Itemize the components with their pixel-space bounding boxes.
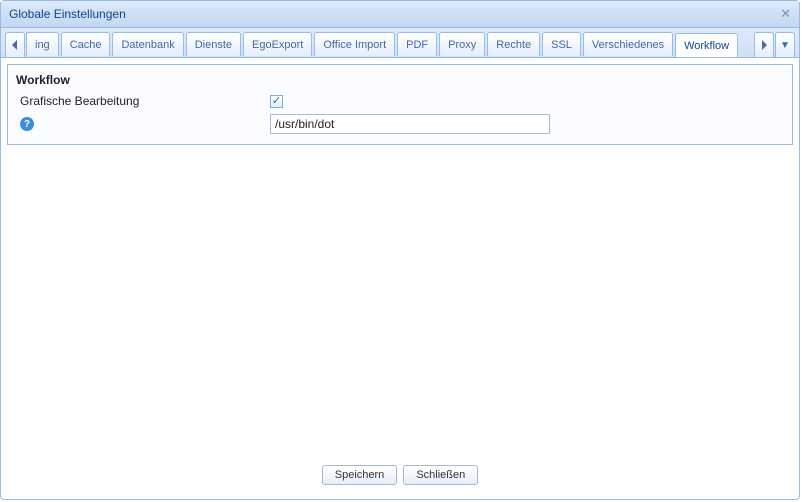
- tab-label: SSL: [551, 39, 572, 51]
- close-icon[interactable]: ✕: [780, 7, 791, 21]
- chevron-down-icon: ▼: [780, 40, 790, 51]
- tab-officeimport[interactable]: Office Import: [314, 32, 395, 56]
- label-grafische-bearbeitung: Grafische Bearbeitung: [16, 94, 270, 108]
- field-label: Grafische Bearbeitung: [20, 94, 139, 108]
- tab-label: Cache: [70, 39, 102, 51]
- label-path: ?: [16, 117, 270, 131]
- dot-path-input[interactable]: [270, 114, 550, 134]
- tab-label: Verschiedenes: [592, 39, 664, 51]
- tab-label: ing: [35, 39, 50, 51]
- workflow-panel: Workflow Grafische Bearbeitung ✓ ?: [7, 64, 793, 145]
- tabstrip: ing Cache Datenbank Dienste EgoExport Of…: [1, 28, 799, 58]
- tab-ssl[interactable]: SSL: [542, 32, 581, 56]
- tabs-container: ing Cache Datenbank Dienste EgoExport Of…: [26, 32, 753, 57]
- tab-label: Office Import: [323, 39, 386, 51]
- spacer: [7, 145, 793, 459]
- buttonbar: Speichern Schließen: [7, 459, 793, 493]
- help-icon[interactable]: ?: [20, 117, 34, 131]
- grafische-bearbeitung-checkbox[interactable]: ✓: [270, 95, 283, 108]
- row-grafische-bearbeitung: Grafische Bearbeitung ✓: [16, 93, 784, 108]
- tab-egoexport[interactable]: EgoExport: [243, 32, 312, 56]
- tab-verschiedenes[interactable]: Verschiedenes: [583, 32, 673, 56]
- tab-datenbank[interactable]: Datenbank: [112, 32, 183, 56]
- tab-rechte[interactable]: Rechte: [487, 32, 540, 56]
- tab-overflow-menu[interactable]: ▼: [775, 32, 795, 57]
- tab-label: Dienste: [195, 39, 232, 51]
- tab-label: PDF: [406, 39, 428, 51]
- tab-label: Workflow: [684, 40, 729, 52]
- panel-title: Workflow: [16, 73, 784, 87]
- body: Workflow Grafische Bearbeitung ✓ ?: [1, 58, 799, 499]
- row-path: ?: [16, 114, 784, 134]
- tab-cache[interactable]: Cache: [61, 32, 111, 56]
- tab-proxy[interactable]: Proxy: [439, 32, 485, 56]
- chevron-left-icon: [12, 40, 18, 50]
- window-title: Globale Einstellungen: [9, 7, 126, 21]
- tab-label: EgoExport: [252, 39, 303, 51]
- tab-scroll-left[interactable]: [5, 32, 25, 57]
- titlebar: Globale Einstellungen ✕: [1, 1, 799, 28]
- tab-workflow[interactable]: Workflow: [675, 33, 738, 57]
- tab-pdf[interactable]: PDF: [397, 32, 437, 56]
- chevron-right-icon: [761, 40, 767, 50]
- save-button[interactable]: Speichern: [322, 465, 398, 485]
- tab-label: Rechte: [496, 39, 531, 51]
- tab-dienste[interactable]: Dienste: [186, 32, 241, 56]
- tab-label: Datenbank: [121, 39, 174, 51]
- tab-label: Proxy: [448, 39, 476, 51]
- close-button[interactable]: Schließen: [403, 465, 478, 485]
- tab-scroll-right[interactable]: [754, 32, 774, 57]
- tab-truncated[interactable]: ing: [26, 32, 59, 56]
- check-icon: ✓: [272, 96, 281, 107]
- settings-window: Globale Einstellungen ✕ ing Cache Datenb…: [0, 0, 800, 500]
